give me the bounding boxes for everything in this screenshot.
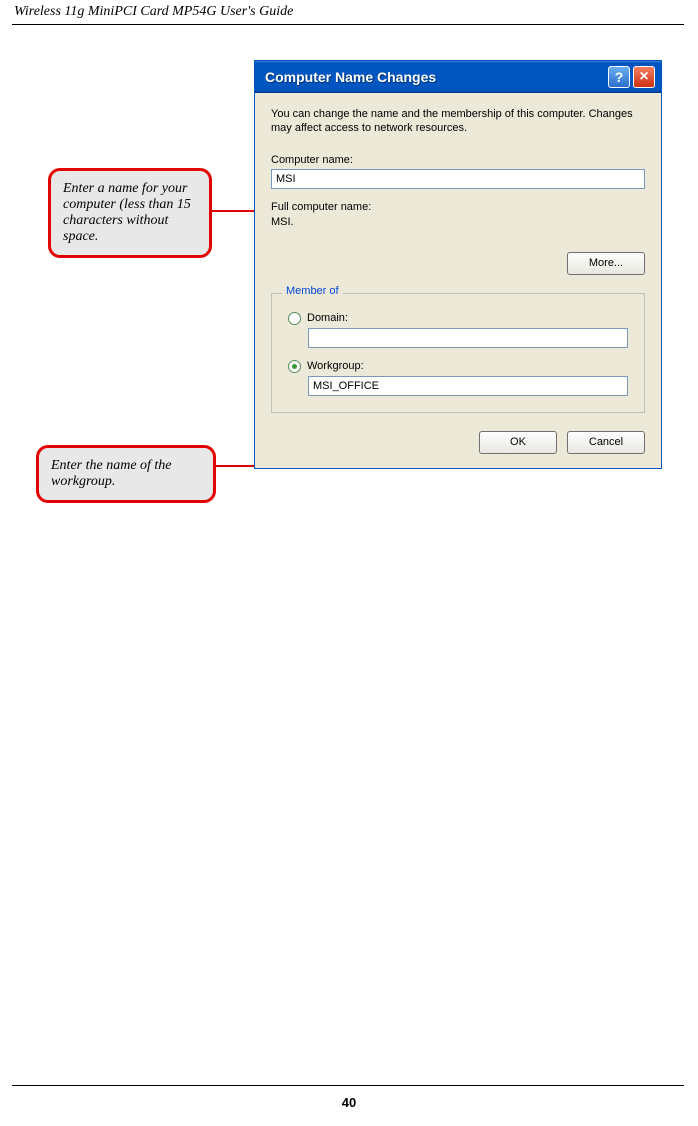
radio-unchecked-icon: [288, 312, 301, 325]
radio-checked-icon: [288, 360, 301, 373]
help-button[interactable]: ?: [608, 66, 630, 88]
workgroup-input[interactable]: [308, 376, 628, 396]
document-header: Wireless 11g MiniPCI Card MP54G User's G…: [14, 4, 293, 20]
computer-name-label: Computer name:: [271, 154, 645, 166]
workgroup-label: Workgroup:: [307, 360, 364, 372]
dialog-info-text: You can change the name and the membersh…: [271, 107, 645, 136]
close-icon: ×: [639, 68, 648, 86]
dialog-body: You can change the name and the membersh…: [255, 93, 661, 468]
page-number: 40: [0, 1095, 698, 1110]
titlebar-buttons: ? ×: [608, 66, 655, 88]
callout-workgroup: Enter the name of the workgroup.: [36, 445, 216, 503]
full-computer-name-label: Full computer name:: [271, 201, 645, 213]
more-button[interactable]: More...: [567, 252, 645, 275]
more-button-row: More...: [271, 252, 645, 275]
domain-input-wrapper: [308, 328, 628, 348]
cancel-button[interactable]: Cancel: [567, 431, 645, 454]
workgroup-radio-row[interactable]: Workgroup:: [288, 360, 628, 373]
full-computer-name-value: MSI.: [271, 216, 645, 228]
ok-button[interactable]: OK: [479, 431, 557, 454]
computer-name-input[interactable]: [271, 169, 645, 189]
domain-input[interactable]: [308, 328, 628, 348]
close-button[interactable]: ×: [633, 66, 655, 88]
header-rule: [12, 24, 684, 25]
footer-rule: [12, 1085, 684, 1086]
dialog-computer-name-changes: Computer Name Changes ? × You can change…: [254, 60, 662, 469]
callout-computer-name: Enter a name for your computer (less tha…: [48, 168, 212, 258]
dialog-title: Computer Name Changes: [265, 69, 436, 85]
member-of-legend: Member of: [282, 285, 343, 297]
full-name-section: Full computer name: MSI.: [271, 201, 645, 228]
dialog-button-row: OK Cancel: [271, 431, 645, 454]
member-of-group: Member of Domain: Workgroup:: [271, 293, 645, 413]
domain-radio-row[interactable]: Domain:: [288, 312, 628, 325]
titlebar: Computer Name Changes ? ×: [255, 61, 661, 93]
workgroup-input-wrapper: [308, 376, 628, 396]
radio-dot-icon: [292, 364, 297, 369]
help-icon: ?: [615, 69, 624, 85]
domain-label: Domain:: [307, 312, 348, 324]
